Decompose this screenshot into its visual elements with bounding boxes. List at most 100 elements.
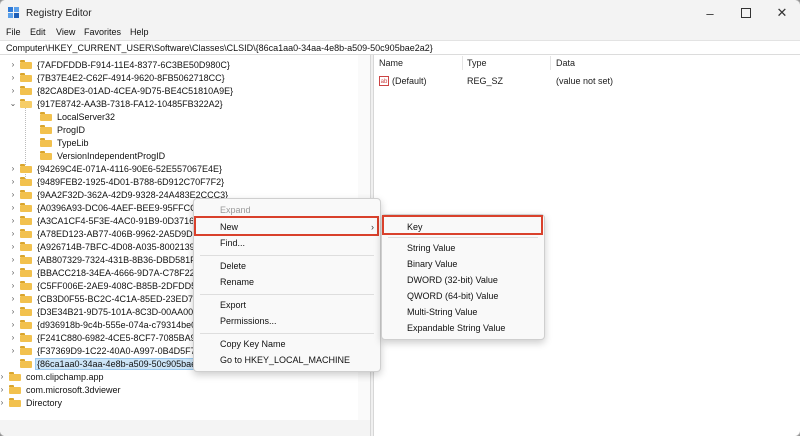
- key-highlight-box: [382, 215, 543, 235]
- maximize-button[interactable]: [728, 0, 764, 26]
- close-button[interactable]: ✕: [764, 0, 800, 26]
- menu-goto-hklm[interactable]: Go to HKEY_LOCAL_MACHINE: [194, 352, 380, 367]
- tree-item[interactable]: › {C5FF006E-2AE9-408C-B85B-2DFDD5449: [9, 279, 212, 292]
- tree-item[interactable]: › {F241C880-6982-4CE5-8CF7-7085BA96D: [9, 331, 208, 344]
- folder-icon: [20, 320, 32, 329]
- minimize-button[interactable]: –: [692, 0, 728, 26]
- tree-item[interactable]: › {A0396A93-DC06-4AEF-BEE9-95FFCCAE: [9, 201, 210, 214]
- chevron-right-icon[interactable]: ›: [9, 229, 17, 238]
- menu-export[interactable]: Export: [194, 297, 380, 312]
- tree-item[interactable]: ProgID: [29, 123, 86, 136]
- menu-edit[interactable]: Edit: [30, 27, 46, 37]
- folder-icon: [20, 73, 32, 82]
- folder-icon: [20, 60, 32, 69]
- tree-item[interactable]: › {7B37E4E2-C62F-4914-9620-8FB5062718CC}: [9, 71, 226, 84]
- menu-copy-key-name[interactable]: Copy Key Name: [194, 336, 380, 351]
- chevron-right-icon[interactable]: ›: [9, 73, 17, 82]
- menu-expand[interactable]: Expand: [194, 202, 380, 217]
- tree-item[interactable]: › {A926714B-7BFC-4D08-A035-80021395F: [9, 240, 206, 253]
- menu-separator: [200, 294, 374, 295]
- chevron-right-icon[interactable]: ›: [0, 372, 6, 381]
- chevron-right-icon[interactable]: ›: [9, 307, 17, 316]
- column-separator[interactable]: [462, 56, 463, 70]
- menu-bar: File Edit View Favorites Help: [0, 26, 800, 40]
- column-data-header[interactable]: Data: [556, 58, 575, 68]
- menu-file[interactable]: File: [6, 27, 21, 37]
- registry-editor-window: Registry Editor – ✕ File Edit View Favor…: [0, 0, 800, 436]
- tree-item-selected[interactable]: {86ca1aa0-34aa-4e8b-a509-50c905bae2a2}: [9, 357, 217, 370]
- column-separator[interactable]: [550, 56, 551, 70]
- tree-item-expanded[interactable]: ⌄ {917E8742-AA3B-7318-FA12-10485FB322A2}: [9, 97, 224, 110]
- chevron-right-icon[interactable]: ›: [9, 190, 17, 199]
- menu-delete[interactable]: Delete: [194, 258, 380, 273]
- tree-item[interactable]: › {9489FEB2-1925-4D01-B788-6D912C70F7F2}: [9, 175, 225, 188]
- minimize-icon: –: [706, 5, 714, 21]
- chevron-right-icon[interactable]: ›: [9, 333, 17, 342]
- chevron-right-icon[interactable]: ›: [9, 60, 17, 69]
- chevron-right-icon[interactable]: ›: [0, 398, 6, 407]
- chevron-right-icon[interactable]: ›: [9, 86, 17, 95]
- value-type: REG_SZ: [467, 76, 504, 86]
- column-name-header[interactable]: Name: [379, 58, 403, 68]
- open-folder-icon: [20, 99, 32, 108]
- tree-item[interactable]: › {7AFDFDDB-F914-11E4-8377-6C3BE50D980C}: [9, 58, 231, 71]
- menu-separator: [200, 333, 374, 334]
- chevron-right-icon[interactable]: ›: [9, 203, 17, 212]
- submenu-dword-value[interactable]: DWORD (32-bit) Value: [382, 272, 544, 287]
- folder-icon: [9, 385, 21, 394]
- tree-item[interactable]: › com.clipchamp.app: [0, 370, 105, 383]
- tree-item[interactable]: › Directory: [0, 396, 63, 409]
- tree-item[interactable]: TypeLib: [29, 136, 90, 149]
- address-bar[interactable]: Computer\HKEY_CURRENT_USER\Software\Clas…: [0, 40, 800, 55]
- column-type-header[interactable]: Type: [467, 58, 487, 68]
- folder-icon: [20, 177, 32, 186]
- submenu-multi-string-value[interactable]: Multi-String Value: [382, 304, 544, 319]
- value-row[interactable]: ab (Default) REG_SZ (value not set): [374, 75, 800, 88]
- chevron-right-icon[interactable]: ›: [9, 164, 17, 173]
- tree-item[interactable]: VersionIndependentProgID: [29, 149, 166, 162]
- tree-item[interactable]: › {D3E34B21-9D75-101A-8C3D-00AA001A: [9, 305, 205, 318]
- tree-item[interactable]: › {A3CA1CF4-5F3E-4AC0-91B9-0D3716E1: [9, 214, 206, 227]
- folder-icon: [20, 359, 32, 368]
- folder-icon: [20, 346, 32, 355]
- submenu-qword-value[interactable]: QWORD (64-bit) Value: [382, 288, 544, 303]
- menu-find[interactable]: Find...: [194, 235, 380, 250]
- chevron-right-icon[interactable]: ›: [9, 177, 17, 186]
- folder-icon: [20, 190, 32, 199]
- chevron-right-icon[interactable]: ›: [9, 216, 17, 225]
- folder-icon: [20, 216, 32, 225]
- tree-horizontal-scrollbar[interactable]: [0, 420, 370, 436]
- string-value-icon: ab: [379, 76, 389, 86]
- chevron-right-icon[interactable]: ›: [9, 268, 17, 277]
- submenu-expandable-string-value[interactable]: Expandable String Value: [382, 320, 544, 335]
- chevron-right-icon[interactable]: ›: [9, 346, 17, 355]
- chevron-down-icon[interactable]: ⌄: [9, 99, 17, 108]
- tree-item[interactable]: › {AB807329-7324-431B-8B36-DBD581F56: [9, 253, 207, 266]
- folder-icon: [20, 333, 32, 342]
- tree-item[interactable]: › {BBACC218-34EA-4666-9D7A-C78F2274: [9, 266, 206, 279]
- chevron-right-icon[interactable]: ›: [9, 294, 17, 303]
- chevron-right-icon[interactable]: ›: [9, 255, 17, 264]
- menu-view[interactable]: View: [56, 27, 75, 37]
- tree-item[interactable]: › {F37369D9-1C22-40A0-A997-0B4D5F7B6: [9, 344, 208, 357]
- menu-favorites[interactable]: Favorites: [84, 27, 121, 37]
- menu-rename[interactable]: Rename: [194, 274, 380, 289]
- tree-item[interactable]: LocalServer32: [29, 110, 116, 123]
- folder-icon: [40, 151, 52, 160]
- menu-help[interactable]: Help: [130, 27, 149, 37]
- tree-item[interactable]: › {94269C4E-071A-4116-90E6-52E557067E4E}: [9, 162, 223, 175]
- tree-item[interactable]: › com.microsoft.3dviewer: [0, 383, 122, 396]
- folder-icon: [20, 229, 32, 238]
- chevron-right-icon[interactable]: ›: [9, 242, 17, 251]
- menu-permissions[interactable]: Permissions...: [194, 313, 380, 328]
- tree-item[interactable]: › {CB3D0F55-BC2C-4C1A-85ED-23ED75B5: [9, 292, 210, 305]
- submenu-string-value[interactable]: String Value: [382, 240, 544, 255]
- folder-icon: [9, 398, 21, 407]
- tree-item[interactable]: › {82CA8DE3-01AD-4CEA-9D75-BE4C51810A9E}: [9, 84, 234, 97]
- chevron-right-icon[interactable]: ›: [9, 281, 17, 290]
- submenu-binary-value[interactable]: Binary Value: [382, 256, 544, 271]
- chevron-right-icon[interactable]: ›: [9, 320, 17, 329]
- tree-item[interactable]: › {A78ED123-AB77-406B-9962-2A5D9D2F7: [9, 227, 209, 240]
- tree-item[interactable]: › {d936918b-9c4b-555e-074a-c79314be04: [9, 318, 202, 331]
- chevron-right-icon[interactable]: ›: [0, 385, 6, 394]
